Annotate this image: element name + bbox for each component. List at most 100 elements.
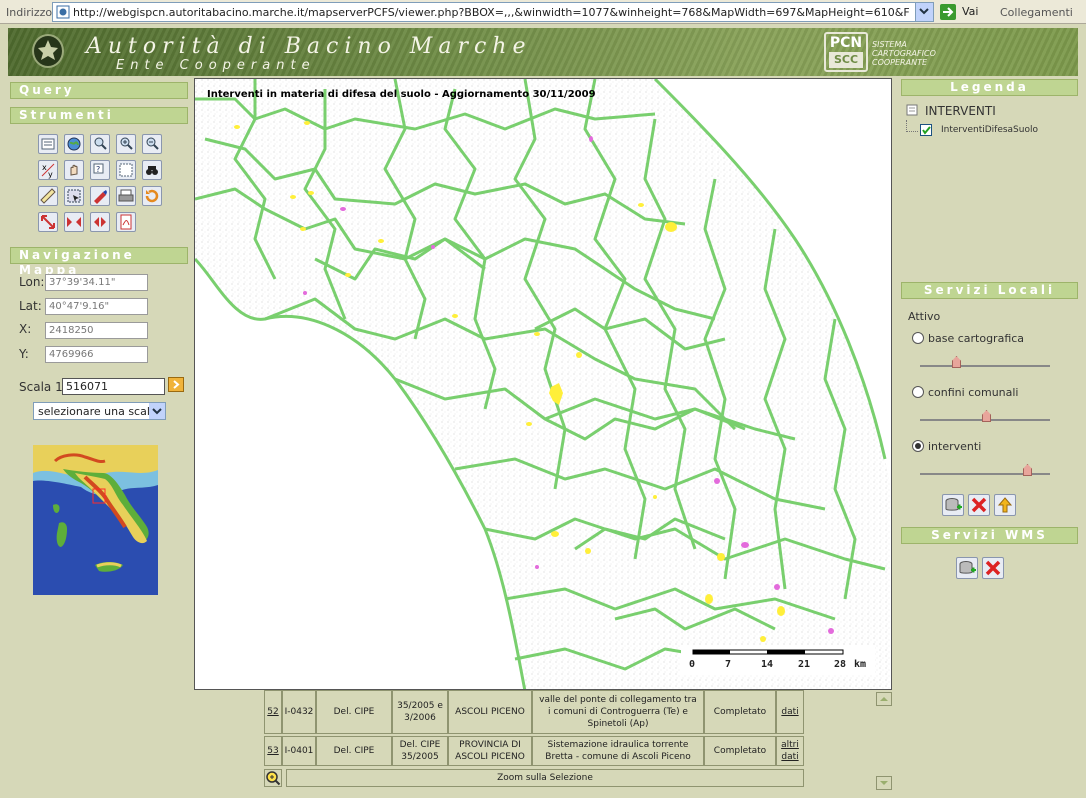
- address-label: Indirizzo: [6, 6, 53, 19]
- table-cell-ente: PROVINCIA DI ASCOLI PICENO: [448, 736, 532, 766]
- layer-label-interventi: interventi: [928, 440, 982, 453]
- legend-header: Legenda: [901, 79, 1078, 96]
- table-cell-link[interactable]: altri dati: [776, 736, 804, 766]
- scale-label: Scala 1:: [19, 380, 67, 394]
- scroll-down-icon[interactable]: [876, 776, 892, 790]
- table-cell-type: Del. CIPE: [316, 736, 392, 766]
- tools-header: Strumenti: [10, 107, 188, 124]
- pcn-logo-top: PCN: [829, 35, 863, 51]
- table-row-num[interactable]: 52: [264, 690, 282, 734]
- svg-text:x: x: [42, 163, 47, 172]
- map-canvas[interactable]: [195, 79, 892, 690]
- lat-field: 40°47'9.16": [45, 298, 148, 315]
- x-label: X:: [19, 322, 32, 336]
- y-label: Y:: [19, 347, 29, 361]
- active-label: Attivo: [908, 310, 941, 323]
- legend-layer-label: InterventiDifesaSuolo: [941, 125, 1038, 135]
- measure-ruler-icon[interactable]: [38, 186, 58, 206]
- lon-label: Lon:: [19, 275, 45, 289]
- select-features-icon[interactable]: [64, 186, 84, 206]
- scale-select-value: selezionare una scala: [38, 405, 157, 418]
- layer-label-base-cartografica: base cartografica: [928, 332, 1025, 345]
- chevron-down-icon[interactable]: [915, 3, 933, 21]
- legend-group-label: INTERVENTI: [925, 104, 996, 118]
- table-cell-ente: ASCOLI PICENO: [448, 690, 532, 734]
- zoom-out-icon[interactable]: [142, 134, 162, 154]
- chevron-down-icon: [149, 403, 165, 419]
- refresh-icon[interactable]: [142, 186, 162, 206]
- scale-input[interactable]: 516071: [62, 378, 165, 395]
- map-title: Interventi in materia di difesa del suol…: [207, 89, 596, 100]
- scale-bar: 0 7 14 21 28 km: [681, 645, 875, 675]
- emblem-icon: [32, 34, 64, 68]
- scale-select[interactable]: selezionare una scala: [33, 402, 166, 420]
- binoculars-search-icon[interactable]: [142, 160, 162, 180]
- layer-checkbox[interactable]: [920, 124, 932, 136]
- scroll-up-icon[interactable]: [876, 692, 892, 706]
- address-url[interactable]: http://webgispcn.autoritabacino.marche.i…: [73, 6, 909, 19]
- radio-confini-comunali[interactable]: [912, 386, 924, 398]
- zoom-in-icon[interactable]: [116, 134, 136, 154]
- remove-wms-icon[interactable]: [982, 557, 1004, 579]
- pcn-logo-bottom: SCC: [829, 52, 863, 68]
- pdf-export-icon[interactable]: [116, 212, 136, 232]
- scale-tick-14: 14: [761, 659, 774, 670]
- wms-services-header: Servizi WMS: [901, 527, 1078, 544]
- radio-interventi[interactable]: [912, 440, 924, 452]
- local-services-header: Servizi Locali: [901, 282, 1078, 299]
- add-database-icon[interactable]: [942, 494, 964, 516]
- layer-list-tool-icon[interactable]: [38, 134, 58, 154]
- overview-map[interactable]: [33, 445, 158, 595]
- info-query-icon[interactable]: ?: [90, 160, 110, 180]
- scale-go-button[interactable]: [168, 377, 184, 392]
- lon-field: 37°39'34.11": [45, 274, 148, 291]
- shrink-map-icon[interactable]: [90, 212, 110, 232]
- pcn-logo: PCN SCC SISTEMA CARTOGRAFICO COOPERANTE: [824, 32, 936, 72]
- site-subtitle: Ente Cooperante: [116, 58, 316, 73]
- select-area-icon[interactable]: [116, 160, 136, 180]
- x-field: 2418250: [45, 322, 148, 339]
- radio-base-cartografica[interactable]: [912, 332, 924, 344]
- lat-label: Lat:: [19, 299, 42, 313]
- tree-connector: [906, 120, 918, 132]
- table-cell-code: I-0432: [282, 690, 316, 734]
- globe-full-extent-icon[interactable]: [64, 134, 84, 154]
- scale-tick-28: 28: [834, 659, 847, 670]
- svg-text:?: ?: [96, 165, 100, 174]
- opacity-slider-base-cartografica[interactable]: [920, 356, 1050, 370]
- table-cell-link[interactable]: dati: [776, 690, 804, 734]
- table-cell-status: Completato: [704, 690, 776, 734]
- pan-icon[interactable]: [64, 160, 84, 180]
- zoom-selection-icon[interactable]: [264, 769, 282, 787]
- page-icon: [56, 5, 70, 19]
- remove-icon[interactable]: [968, 494, 990, 516]
- add-wms-database-icon[interactable]: [956, 557, 978, 579]
- main-map[interactable]: Interventi in materia di difesa del suol…: [194, 78, 892, 690]
- clear-selection-icon[interactable]: [90, 186, 110, 206]
- address-field[interactable]: http://webgispcn.autoritabacino.marche.i…: [52, 2, 934, 22]
- table-cell-description: valle del ponte di collegamento tra i co…: [532, 690, 704, 734]
- move-up-icon[interactable]: [994, 494, 1016, 516]
- xy-coordinates-icon[interactable]: xy: [38, 160, 58, 180]
- header-banner: Autorità di Bacino Marche Ente Cooperant…: [8, 28, 1078, 76]
- print-icon[interactable]: [116, 186, 136, 206]
- scale-tick-21: 21: [798, 659, 811, 670]
- address-bar: Indirizzo http://webgispcn.autoritabacin…: [0, 0, 1086, 24]
- table-scrollbar[interactable]: [876, 692, 892, 790]
- links-label[interactable]: Collegamenti: [1000, 6, 1073, 19]
- query-header[interactable]: Query: [10, 82, 188, 99]
- opacity-slider-interventi[interactable]: [920, 464, 1050, 478]
- zoom-selection-button[interactable]: Zoom sulla Selezione: [286, 769, 804, 787]
- table-row-num[interactable]: 53: [264, 736, 282, 766]
- go-button[interactable]: Vai: [940, 2, 988, 22]
- expand-map-icon[interactable]: [64, 212, 84, 232]
- y-field: 4769966: [45, 346, 148, 363]
- layer-label-confini-comunali: confini comunali: [928, 386, 1019, 399]
- opacity-slider-confini-comunali[interactable]: [920, 410, 1050, 424]
- scale-unit: km: [854, 659, 867, 670]
- table-cell-status: Completato: [704, 736, 776, 766]
- zoom-previous-icon[interactable]: [90, 134, 110, 154]
- table-cell-description: Sistemazione idraulica torrente Bretta -…: [532, 736, 704, 766]
- resize-map-icon[interactable]: [38, 212, 58, 232]
- table-cell-delibera: Del. CIPE 35/2005: [392, 736, 448, 766]
